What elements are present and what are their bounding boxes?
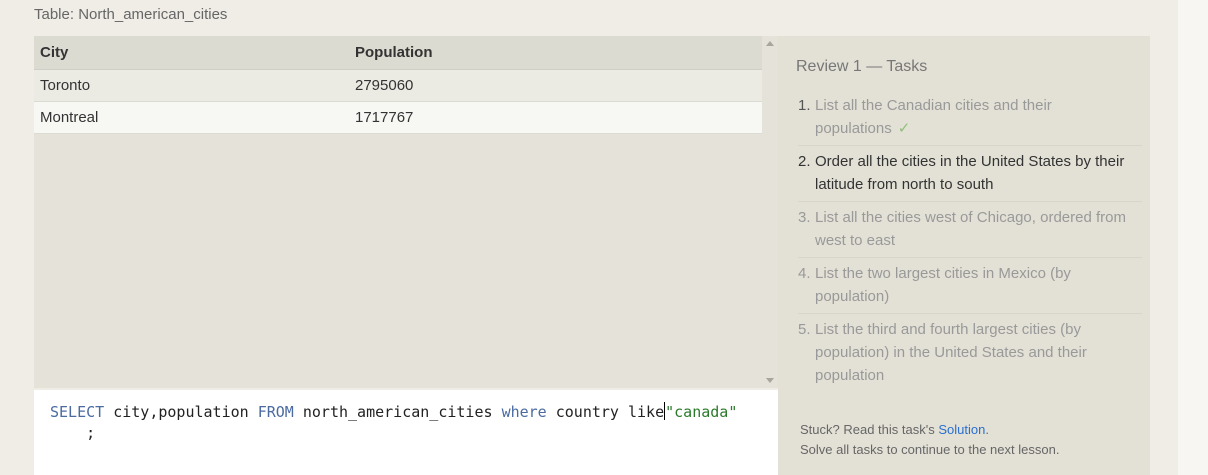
right-gutter [1178,0,1208,475]
sql-editor[interactable]: SELECT city,population FROM north_americ… [34,390,778,475]
task-number: 1. [798,97,811,114]
tasks-panel: Review 1 — Tasks 1. List all the Canadia… [778,36,1150,475]
task-number: 5. [798,321,811,338]
code-line-2: ; [50,424,96,442]
table-cell-population: 1717767 [349,101,762,134]
column-header-city: City [34,36,349,70]
table-cell-population: 2795060 [349,69,762,102]
column-header-population: Population [349,36,762,70]
table-header-row: City Population [34,36,762,70]
code-string-literal: "canada" [665,403,738,421]
help-footer: Stuck? Read this task's Solution. Solve … [800,420,1059,460]
task-item-3[interactable]: 3. List all the cities west of Chicago, … [798,202,1142,258]
task-number: 2. [798,153,811,170]
solution-link[interactable]: Solution [938,422,985,437]
keyword-from: FROM [257,403,294,421]
task-text: List the third and fourth largest cities… [815,321,1087,384]
task-text: Order all the cities in the United State… [815,153,1125,193]
code-condition: country like [546,403,665,421]
table-caption: Table: North_american_cities [34,6,228,23]
stuck-prefix: Stuck? Read this task's [800,422,939,437]
table-cell-city: Toronto [34,69,349,102]
checkmark-icon: ✓ [897,120,911,137]
code-columns: city,population [104,403,258,421]
task-item-5[interactable]: 5. List the third and fourth largest cit… [798,314,1142,392]
task-list: 1. List all the Canadian cities and thei… [798,90,1142,392]
stuck-note: Stuck? Read this task's Solution. [800,420,1059,440]
task-item-4[interactable]: 4. List the two largest cities in Mexico… [798,258,1142,314]
keyword-where: where [501,403,547,421]
keyword-select: SELECT [50,403,105,421]
task-number: 3. [798,209,811,226]
table-cell-city: Montreal [34,101,349,134]
task-number: 4. [798,265,811,282]
task-text: List the two largest cities in Mexico (b… [815,265,1071,305]
stuck-suffix: . [985,422,989,437]
code-line-1: SELECT city,population FROM north_americ… [50,402,737,421]
table-row: Montreal 1717767 [34,101,762,134]
task-item-1[interactable]: 1. List all the Canadian cities and thei… [798,90,1142,146]
task-text: List all the Canadian cities and their p… [815,97,1052,137]
table-row: Toronto 2795060 [34,69,762,102]
continue-note: Solve all tasks to continue to the next … [800,442,1060,457]
tasks-heading: Review 1 — Tasks [796,58,928,75]
code-table-name: north_american_cities [293,403,502,421]
task-item-2[interactable]: 2. Order all the cities in the United St… [798,146,1142,202]
task-text: List all the cities west of Chicago, ord… [815,209,1126,249]
results-table: City Population Toronto 2795060 Montreal… [34,36,762,134]
scroll-up-arrow-icon[interactable] [766,41,774,46]
scroll-down-arrow-icon[interactable] [766,378,774,383]
results-table-container[interactable]: City Population Toronto 2795060 Montreal… [34,36,762,388]
results-scrollbar[interactable] [762,36,778,388]
